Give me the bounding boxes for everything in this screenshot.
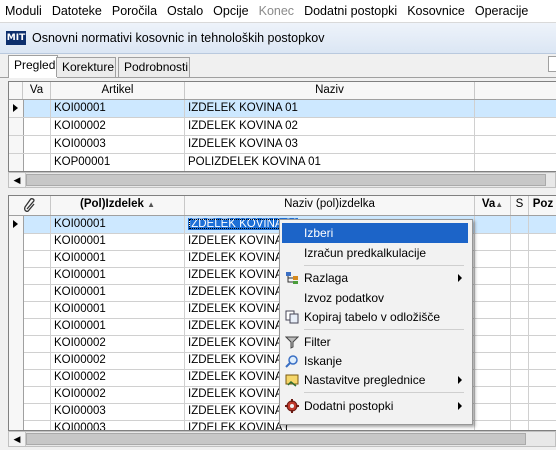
menu-bar: Moduli Datoteke Poročila Ostalo Opcije K… [0, 0, 556, 23]
scroll-thumb[interactable] [26, 174, 546, 186]
menu-dodatni-postopki[interactable]: Dodatni postopki [299, 0, 402, 22]
izdelek-cell[interactable]: KOI00001 [51, 318, 185, 335]
row-indicator [9, 284, 24, 301]
row-indicator [9, 403, 24, 420]
menu-item-razlaga[interactable]: Razlaga [282, 268, 468, 288]
row-indicator [9, 420, 24, 430]
menu-datoteke[interactable]: Datoteke [47, 0, 107, 22]
artikel-cell[interactable]: KOI00002 [51, 118, 185, 135]
col-va-header[interactable]: Va [23, 82, 51, 99]
row-indicator [9, 100, 24, 117]
table-row[interactable]: KOP00001 POLIZDELEK KOVINA 01 [9, 154, 556, 171]
row-indicator [9, 386, 24, 403]
menu-porocila[interactable]: Poročila [107, 0, 162, 22]
izdelek-cell[interactable]: KOI00003 [51, 403, 185, 420]
grid-header: Va Artikel Naziv [9, 82, 556, 100]
top-horizontal-scrollbar[interactable]: ◀ [8, 172, 556, 188]
izdelek-cell[interactable]: KOI00002 [51, 335, 185, 352]
izdelek-cell[interactable]: KOI00002 [51, 369, 185, 386]
menu-item-dodatni-postopki[interactable]: Dodatni postopki [282, 396, 468, 416]
table-row[interactable]: KOI00001 IZDELEK KOVINA 01 [9, 100, 556, 118]
col-naziv-izdelka-header[interactable]: Naziv (pol)izdelka [185, 196, 475, 215]
filter-icon [284, 335, 300, 349]
col-s-header[interactable]: S [511, 196, 529, 215]
menu-operacije[interactable]: Operacije [470, 0, 534, 22]
scroll-thumb[interactable] [26, 433, 526, 445]
row-indicator [9, 250, 24, 267]
row-indicator [9, 267, 24, 284]
izdelek-cell[interactable]: KOI00001 [51, 284, 185, 301]
scroll-left-icon[interactable]: ◀ [9, 432, 26, 446]
menu-item-iskanje[interactable]: Iskanje [282, 351, 468, 371]
izdelek-cell[interactable]: KOI00001 [51, 233, 185, 250]
menu-item-izracun-predkalkulacije[interactable]: Izračun predkalkulacije [282, 243, 468, 263]
menu-opcije[interactable]: Opcije [208, 0, 253, 22]
menu-moduli[interactable]: Moduli [0, 0, 47, 22]
izdelek-cell[interactable]: KOI00001 [51, 216, 185, 233]
gear-icon [285, 399, 299, 413]
menu-item-kopiraj-tabelo[interactable]: Kopiraj tabelo v odložišče [282, 307, 468, 327]
tab-pregled[interactable]: Pregled [8, 55, 58, 78]
tab-strip: Pregled Korekture Podrobnosti [0, 55, 556, 78]
submenu-arrow-icon [458, 376, 462, 384]
col-artikel-header[interactable]: Artikel [51, 82, 185, 99]
artikel-cell[interactable]: KOI00003 [51, 136, 185, 153]
naziv-cell[interactable]: IZDELEK KOVINA 01 [185, 100, 475, 117]
menu-konec: Konec [258, 4, 295, 18]
izdelek-cell[interactable]: KOI00002 [51, 386, 185, 403]
menu-item-izberi[interactable]: Izberi [282, 223, 468, 243]
artikel-grid: Va Artikel Naziv KOI00001 IZDELEK KOVINA… [8, 81, 556, 172]
window-title: Osnovni normativi kosovnic in tehnološki… [32, 31, 325, 45]
izdelek-cell[interactable]: KOI00001 [51, 267, 185, 284]
context-menu: Izberi Izračun predkalkulacije Razlaga I… [279, 219, 473, 425]
window-title-bar: MIT Osnovni normativi kosovnic in tehnol… [0, 23, 556, 54]
row-indicator [9, 301, 24, 318]
grid-header: (Pol)Izdelek ▲ Naziv (pol)izdelka Va▲ S … [9, 196, 556, 216]
menu-item-nastavitve-preglednice[interactable]: Nastavitve preglednice [282, 370, 468, 390]
scroll-left-icon[interactable]: ◀ [9, 173, 26, 187]
artikel-cell[interactable]: KOP00001 [51, 154, 185, 171]
row-indicator [9, 335, 24, 352]
tree-icon [285, 271, 299, 285]
menu-kosovnice[interactable]: Kosovnice [402, 0, 470, 22]
settings-icon [285, 373, 299, 387]
sort-asc-icon: ▲ [495, 200, 504, 209]
bottom-horizontal-scrollbar[interactable]: ◀ [8, 431, 556, 447]
artikel-cell[interactable]: KOI00001 [51, 100, 185, 117]
col-va-header[interactable]: Va▲ [475, 196, 511, 215]
row-indicator [9, 318, 24, 335]
tab-podrobnosti[interactable]: Podrobnosti [118, 57, 190, 77]
col-poz-header[interactable]: Poz [529, 196, 556, 215]
search-icon [285, 354, 299, 368]
copy-icon [285, 310, 299, 324]
sort-asc-icon: ▲ [147, 200, 156, 209]
menu-ostalo[interactable]: Ostalo [162, 0, 208, 22]
menu-separator [304, 329, 464, 330]
submenu-arrow-icon [458, 402, 462, 410]
menu-item-izvoz-podatkov[interactable]: Izvoz podatkov [282, 288, 468, 308]
row-indicator [9, 216, 24, 233]
izdelek-cell[interactable]: KOI00003 [51, 420, 185, 430]
paperclip-icon[interactable] [9, 196, 51, 215]
menu-separator [304, 392, 464, 393]
menu-item-filter[interactable]: Filter [282, 332, 468, 352]
row-indicator [9, 233, 24, 250]
tab-korekture[interactable]: Korekture [56, 57, 116, 77]
naziv-cell[interactable]: IZDELEK KOVINA 03 [185, 136, 475, 153]
row-indicator [9, 369, 24, 386]
col-naziv-header[interactable]: Naziv [185, 82, 475, 99]
izdelek-cell[interactable]: KOI00001 [51, 250, 185, 267]
izdelek-cell[interactable]: KOI00001 [51, 301, 185, 318]
naziv-cell[interactable]: IZDELEK KOVINA 02 [185, 118, 475, 135]
app-logo: MIT [6, 31, 26, 45]
table-row[interactable]: KOI00002 IZDELEK KOVINA 02 [9, 118, 556, 136]
naziv-cell[interactable]: POLIZDELEK KOVINA 01 [185, 154, 475, 171]
menu-separator [304, 265, 464, 266]
submenu-arrow-icon [458, 274, 462, 282]
table-row[interactable]: KOI00003 IZDELEK KOVINA 03 [9, 136, 556, 154]
col-izdelek-header[interactable]: (Pol)Izdelek ▲ [51, 196, 185, 215]
row-indicator [9, 352, 24, 369]
tab-scroll-button[interactable] [548, 56, 556, 72]
izdelek-cell[interactable]: KOI00002 [51, 352, 185, 369]
